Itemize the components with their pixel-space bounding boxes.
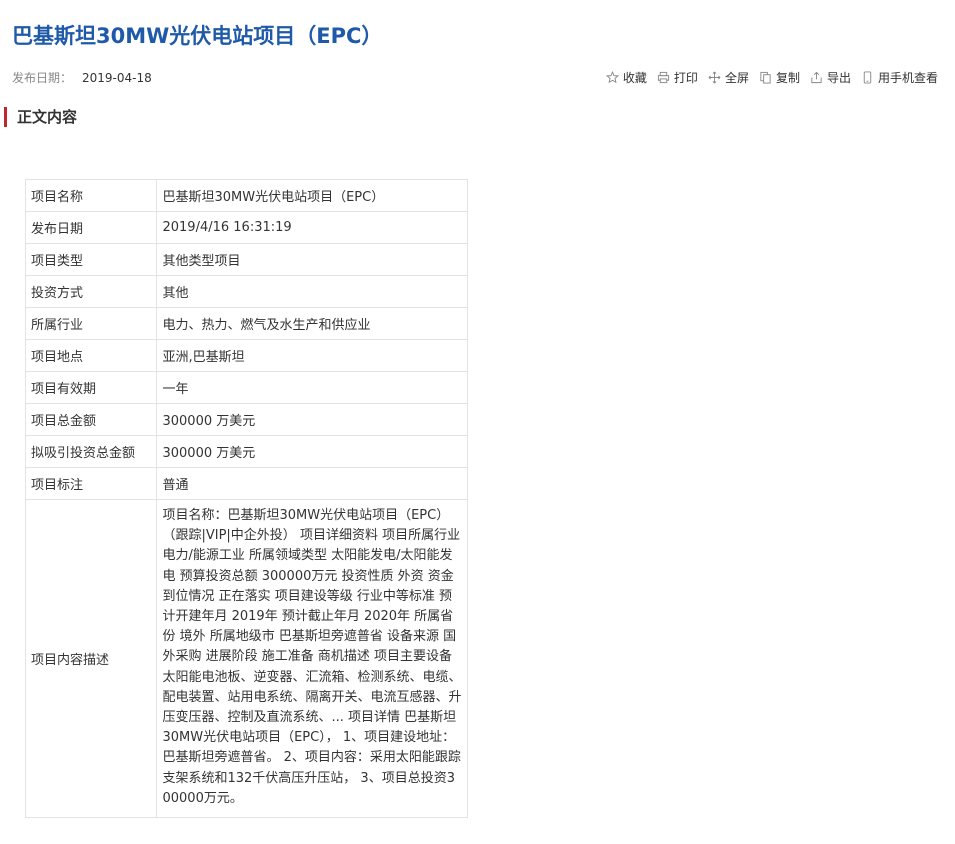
table-row: 项目内容描述 项目名称：巴基斯坦30MW光伏电站项目（EPC）（跟踪|VIP|中… [24,498,468,819]
mobile-view-button[interactable]: 用手机查看 [861,69,938,86]
project-info-table: 项目名称 巴基斯坦30MW光伏电站项目（EPC） 发布日期 2019/4/16 … [24,179,468,819]
row-value: 其他 [156,275,468,308]
row-value: 普通 [156,467,468,500]
row-label: 项目标注 [24,467,158,500]
row-value: 2019/4/16 16:31:19 [156,211,468,244]
row-value: 巴基斯坦30MW光伏电站项目（EPC） [156,179,468,212]
favorite-button[interactable]: 收藏 [605,69,647,86]
table-row: 项目标注 普通 [24,467,468,500]
row-value: 亚洲,巴基斯坦 [156,339,468,372]
row-value: 300000 万美元 [156,403,468,436]
row-value: 电力、热力、燃气及水生产和供应业 [156,307,468,340]
section-heading: 正文内容 [4,107,77,127]
export-label: 导出 [826,71,851,85]
star-icon [605,71,619,84]
row-label: 项目地点 [24,339,158,372]
row-label: 项目总金额 [24,403,158,436]
favorite-label: 收藏 [622,71,647,85]
table-row: 项目名称 巴基斯坦30MW光伏电站项目（EPC） [24,179,468,212]
table-row: 项目有效期 一年 [24,371,468,404]
page-title: 巴基斯坦30MW光伏电站项目（EPC） [12,24,383,48]
row-value-description: 项目名称：巴基斯坦30MW光伏电站项目（EPC）（跟踪|VIP|中企外投） 项目… [156,498,468,819]
row-label: 项目内容描述 [24,498,158,819]
export-icon [811,71,822,84]
mobile-phone-icon [863,71,872,84]
row-label: 所属行业 [24,307,158,340]
copy-label: 复制 [775,71,800,85]
row-label: 投资方式 [24,275,158,308]
print-button[interactable]: 打印 [657,69,698,86]
copy-icon [760,71,771,84]
move-arrows-icon [708,71,721,84]
publish-meta: 发布日期： 2019-04-18 [12,69,152,86]
row-label: 拟吸引投资总金额 [24,435,158,468]
table-row: 拟吸引投资总金额 300000 万美元 [24,435,468,468]
row-label: 发布日期 [24,211,158,244]
row-value: 一年 [156,371,468,404]
row-label: 项目类型 [24,243,158,276]
row-value: 300000 万美元 [156,435,468,468]
table-row: 项目总金额 300000 万美元 [24,403,468,436]
copy-button[interactable]: 复制 [759,69,800,86]
table-row: 投资方式 其他 [24,275,468,308]
table-row: 发布日期 2019/4/16 16:31:19 [24,211,468,244]
table-row: 项目类型 其他类型项目 [24,243,468,276]
print-label: 打印 [673,71,698,85]
export-button[interactable]: 导出 [810,69,851,86]
table-row: 所属行业 电力、热力、燃气及水生产和供应业 [24,307,468,340]
row-label: 项目名称 [24,179,158,212]
article-toolbar: 收藏 打印 全屏 复制 导出 用手机查看 [605,69,938,86]
row-value: 其他类型项目 [156,243,468,276]
publish-date-label: 发布日期： [12,71,73,85]
table-row: 项目地点 亚洲,巴基斯坦 [24,339,468,372]
fullscreen-label: 全屏 [724,71,749,85]
printer-icon [657,71,669,84]
row-label: 项目有效期 [24,371,158,404]
mobile-view-label: 用手机查看 [877,71,938,85]
publish-date-value: 2019-04-18 [82,71,152,85]
fullscreen-button[interactable]: 全屏 [708,69,749,86]
